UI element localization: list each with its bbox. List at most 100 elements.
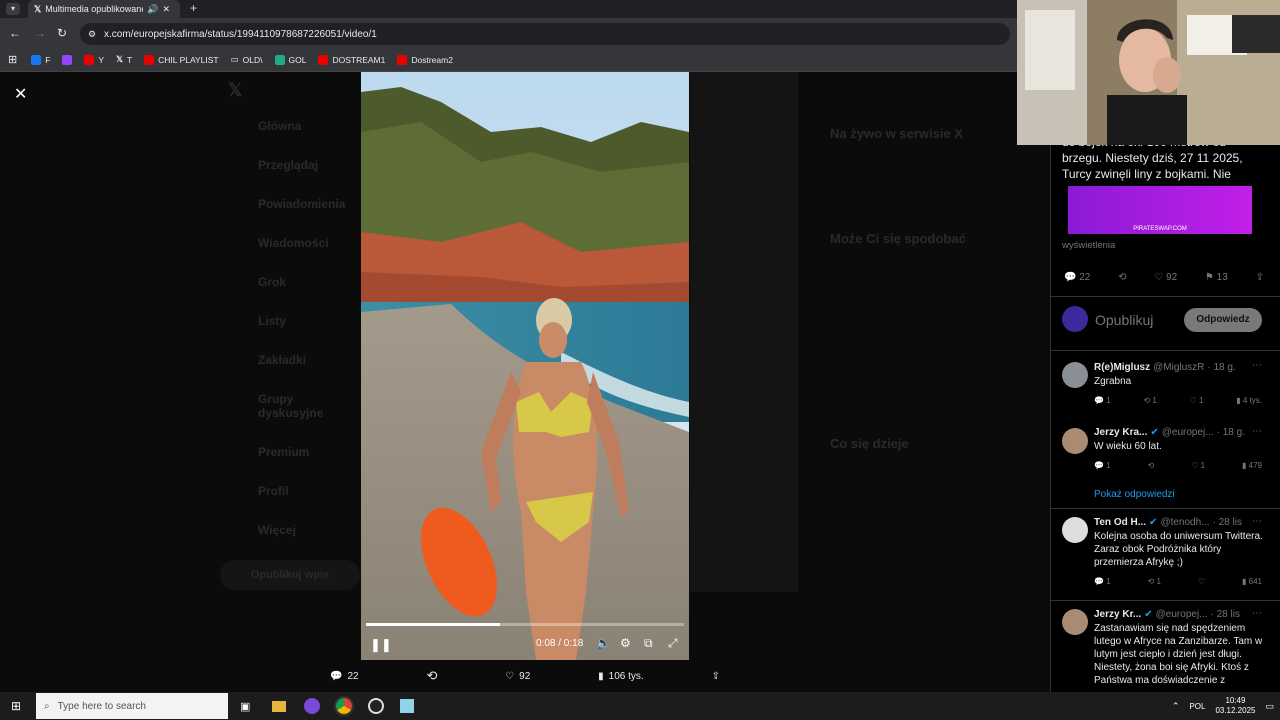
- reply-handle[interactable]: @europej...: [1162, 427, 1214, 438]
- new-tab-button[interactable]: +: [190, 1, 197, 15]
- windows-taskbar: ⊞ ⌕ Type here to search ▣ ⌃ POL 10:49 03…: [0, 692, 1280, 720]
- bookmark-t[interactable]: 𝕏T: [116, 54, 132, 65]
- obs-icon[interactable]: [368, 698, 385, 714]
- like-count[interactable]: ♡ 1: [1191, 461, 1205, 470]
- app-icon[interactable]: [304, 698, 321, 714]
- sidebar-item-messages[interactable]: Wiadomości: [258, 236, 358, 250]
- tweet-share-icon[interactable]: ⇪: [1256, 272, 1264, 283]
- reply-time[interactable]: · 28 lis: [1211, 609, 1240, 620]
- avatar[interactable]: [1062, 517, 1088, 543]
- view-count[interactable]: ▮ 4 tys.: [1236, 396, 1262, 405]
- sidebar-item-more[interactable]: Więcej: [258, 523, 358, 537]
- reply-author[interactable]: Jerzy Kr...: [1094, 609, 1141, 620]
- ad-banner[interactable]: PIRATESWAP.COM: [1068, 186, 1252, 234]
- reply-time[interactable]: · 18 g.: [1217, 427, 1245, 438]
- sidebar-item-home[interactable]: Główna: [258, 119, 358, 133]
- share-button[interactable]: ⇪: [712, 671, 720, 682]
- notification-icon[interactable]: ▭: [1265, 701, 1274, 712]
- reply-handle[interactable]: @tenodh...: [1160, 517, 1209, 528]
- bookmark-chil-playlist[interactable]: CHIL PLAYLIST: [144, 54, 219, 65]
- reply-handle[interactable]: @europej...: [1156, 609, 1208, 620]
- repost-count[interactable]: ⟲ 1: [1143, 396, 1156, 405]
- like-button[interactable]: ♡ 92: [505, 671, 530, 682]
- reply-author[interactable]: Ten Od H...: [1094, 517, 1146, 528]
- bookmark-y[interactable]: Y: [84, 54, 104, 65]
- sidebar-item-lists[interactable]: Listy: [258, 314, 358, 328]
- reply-count[interactable]: 💬 1: [1094, 577, 1111, 586]
- tweet-repost-button[interactable]: ⟲: [1118, 272, 1126, 283]
- site-info-icon[interactable]: ⚙: [88, 29, 96, 40]
- tray-chevron-icon[interactable]: ⌃: [1172, 701, 1180, 712]
- repost-button[interactable]: ⟲: [426, 668, 437, 684]
- like-count[interactable]: ♡: [1198, 577, 1205, 586]
- fullscreen-icon[interactable]: ⤢: [668, 636, 678, 651]
- bookmark-twitch[interactable]: [62, 54, 73, 65]
- taskbar-search[interactable]: ⌕ Type here to search: [36, 693, 228, 719]
- view-count[interactable]: ▮ 641: [1242, 577, 1262, 586]
- show-replies-link[interactable]: Pokaż odpowiedzi: [1094, 489, 1175, 500]
- like-count[interactable]: ♡ 1: [1190, 396, 1204, 405]
- bookmark-f[interactable]: F: [31, 54, 50, 65]
- reload-icon[interactable]: ↻: [57, 26, 67, 40]
- view-count[interactable]: ▮ 479: [1242, 461, 1262, 470]
- more-icon[interactable]: ⋯: [1252, 426, 1262, 437]
- video-player[interactable]: [361, 72, 689, 660]
- language-indicator[interactable]: POL: [1189, 702, 1205, 711]
- reply-author[interactable]: R(e)Miglusz: [1094, 362, 1150, 373]
- compose-input[interactable]: Opublikuj: [1095, 312, 1153, 328]
- tweet-bookmark-button[interactable]: ⚑ 13: [1205, 272, 1228, 283]
- tweet-like-button[interactable]: ♡ 92: [1154, 272, 1177, 283]
- settings-icon[interactable]: ⚙: [620, 636, 631, 650]
- bookmark-dostream1[interactable]: DOSTREAM1: [318, 54, 385, 65]
- reply-submit-button[interactable]: Odpowiedz: [1184, 308, 1262, 332]
- clock[interactable]: 10:49 03.12.2025: [1215, 696, 1255, 716]
- app-icon[interactable]: [400, 699, 415, 713]
- bookmark-gol[interactable]: GOL: [274, 54, 306, 65]
- windows-start-icon[interactable]: ⊞: [0, 699, 32, 713]
- pause-icon[interactable]: ❚❚: [370, 637, 392, 653]
- reply-count[interactable]: 💬 1: [1094, 461, 1111, 470]
- forward-icon[interactable]: →: [34, 26, 46, 40]
- volume-icon[interactable]: 🔈: [596, 636, 611, 650]
- avatar[interactable]: [1062, 428, 1088, 454]
- sidebar-item-communities[interactable]: Grupy dyskusyjne: [258, 392, 358, 420]
- address-bar[interactable]: ⚙ x.com/europejskafirma/status/199411097…: [80, 23, 1010, 45]
- tab-search-button[interactable]: ▾: [6, 3, 20, 15]
- reply-item: Jerzy Kra... ✔ @europej... · 18 g. W wieku …: [1094, 427, 1270, 470]
- more-icon[interactable]: ⋯: [1252, 516, 1262, 527]
- views-button[interactable]: ▮ 106 tys.: [598, 671, 644, 682]
- back-icon[interactable]: ←: [9, 26, 21, 40]
- picture-in-picture-icon[interactable]: ⧉: [644, 636, 653, 651]
- sidebar-item-profile[interactable]: Profil: [258, 484, 358, 498]
- more-icon[interactable]: ⋯: [1252, 360, 1262, 371]
- bookmark-folder-old[interactable]: ▭ OLD\: [231, 54, 263, 65]
- chrome-icon[interactable]: [334, 696, 355, 716]
- sidebar-item-notifications[interactable]: Powiadomienia: [258, 197, 358, 211]
- apps-icon[interactable]: ⊞: [8, 53, 17, 66]
- file-explorer-icon[interactable]: [272, 700, 287, 712]
- tab-close-icon[interactable]: ✕: [162, 4, 170, 15]
- browser-tab[interactable]: 𝕏 Multimedia opublikowane p 🔊 ✕: [28, 0, 180, 18]
- close-media-icon[interactable]: ✕: [14, 84, 27, 104]
- repost-count[interactable]: ⟲: [1148, 461, 1155, 470]
- task-view-icon[interactable]: ▣: [240, 700, 250, 713]
- avatar[interactable]: [1062, 362, 1088, 388]
- repost-count[interactable]: ⟲ 1: [1148, 577, 1161, 586]
- bookmark-dostream2[interactable]: Dostream2: [397, 54, 453, 65]
- reply-handle[interactable]: @MigluszR: [1153, 362, 1204, 373]
- tweet-reply-button[interactable]: 💬 22: [1064, 272, 1090, 283]
- post-button[interactable]: Opublikuj wpis: [220, 560, 360, 590]
- reply-time[interactable]: · 28 lis: [1213, 517, 1242, 528]
- avatar[interactable]: [1062, 609, 1088, 635]
- reply-button[interactable]: 💬 22: [330, 671, 359, 682]
- more-icon[interactable]: ⋯: [1252, 608, 1262, 619]
- reply-author[interactable]: Jerzy Kra...: [1094, 427, 1147, 438]
- sidebar-item-premium[interactable]: Premium: [258, 445, 358, 459]
- speaker-icon[interactable]: 🔊: [147, 4, 158, 15]
- sidebar-item-grok[interactable]: Grok: [258, 275, 358, 289]
- sidebar-item-bookmarks[interactable]: Zakładki: [258, 353, 358, 367]
- reply-time[interactable]: · 18 g.: [1207, 362, 1235, 373]
- reply-count[interactable]: 💬 1: [1094, 396, 1111, 405]
- video-frame: [361, 72, 689, 660]
- sidebar-item-explore[interactable]: Przeglądaj: [258, 158, 358, 172]
